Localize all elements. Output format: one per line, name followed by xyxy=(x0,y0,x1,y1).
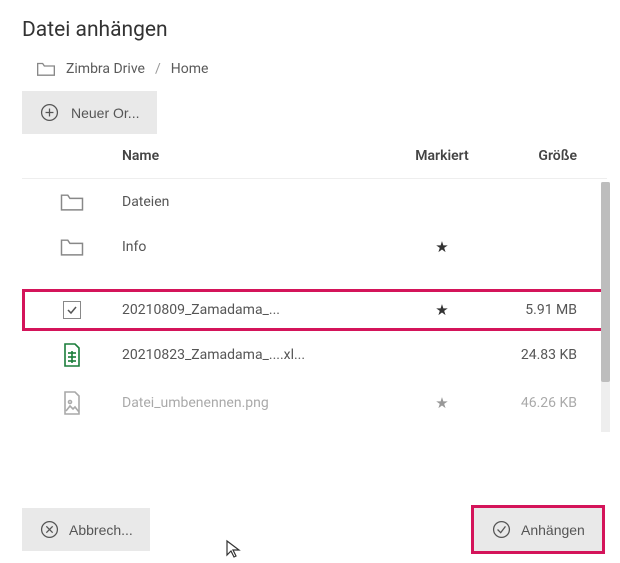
folder-icon xyxy=(59,191,85,212)
close-circle-icon xyxy=(40,520,59,539)
scrollbar-thumb[interactable] xyxy=(601,182,610,382)
list-header: Name Markiert Größe xyxy=(22,134,607,179)
list-item[interactable]: Dateien xyxy=(22,179,607,224)
folder-icon xyxy=(59,236,85,257)
item-name: 20210823_Zamadama_....xl... xyxy=(122,347,387,363)
attach-file-dialog: Datei anhängen Zimbra Drive / Home Neuer… xyxy=(0,0,620,429)
item-name: 20210809_Zamadama_... xyxy=(122,302,387,318)
item-name: Dateien xyxy=(122,194,387,210)
checkbox-checked-icon[interactable] xyxy=(63,301,81,319)
column-size[interactable]: Größe xyxy=(497,148,607,164)
item-name: Info xyxy=(122,239,387,255)
list-item[interactable]: Datei_umbenennen.png ★ 46.26 KB xyxy=(22,379,607,427)
list-item[interactable]: 20210809_Zamadama_... ★ 5.91 MB xyxy=(22,289,607,331)
cancel-button[interactable]: Abbrech... xyxy=(22,508,150,551)
file-list: Name Markiert Größe Dateien xyxy=(22,134,607,429)
list-item[interactable]: 20210823_Zamadama_....xl... 24.83 KB xyxy=(22,331,607,379)
list-item[interactable]: Info ★ xyxy=(22,224,607,269)
breadcrumb-current[interactable]: Home xyxy=(171,61,209,77)
star-icon: ★ xyxy=(435,394,448,412)
breadcrumb-root[interactable]: Zimbra Drive xyxy=(66,61,145,77)
item-size: 46.26 KB xyxy=(497,395,607,411)
star-icon: ★ xyxy=(435,238,448,256)
check-circle-icon xyxy=(492,520,511,539)
item-name: Datei_umbenennen.png xyxy=(122,395,387,411)
new-folder-button[interactable]: Neuer Or... xyxy=(22,91,157,134)
attach-label: Anhängen xyxy=(521,522,585,538)
breadcrumb-separator: / xyxy=(155,61,161,77)
item-size: 24.83 KB xyxy=(497,347,607,363)
column-marked[interactable]: Markiert xyxy=(387,148,497,164)
dialog-title: Datei anhängen xyxy=(0,18,620,56)
cursor-icon xyxy=(225,539,241,559)
toolbar: Neuer Or... xyxy=(0,91,620,134)
column-name[interactable]: Name xyxy=(122,148,387,164)
item-marked: ★ xyxy=(387,394,497,412)
scrollbar[interactable] xyxy=(601,182,610,432)
new-folder-label: Neuer Or... xyxy=(71,105,139,121)
folder-icon xyxy=(36,60,56,77)
spreadsheet-file-icon xyxy=(62,343,82,367)
star-icon: ★ xyxy=(435,301,448,319)
dialog-footer: Abbrech... Anhängen xyxy=(22,508,602,551)
attach-button[interactable]: Anhängen xyxy=(474,508,602,551)
cancel-label: Abbrech... xyxy=(69,522,133,538)
image-file-icon xyxy=(62,391,82,415)
plus-circle-icon xyxy=(40,103,59,122)
item-size: 5.91 MB xyxy=(497,302,607,318)
breadcrumb: Zimbra Drive / Home xyxy=(0,56,620,91)
item-marked: ★ xyxy=(387,238,497,256)
list-body[interactable]: Dateien Info ★ xyxy=(22,179,607,429)
item-marked: ★ xyxy=(387,301,497,319)
